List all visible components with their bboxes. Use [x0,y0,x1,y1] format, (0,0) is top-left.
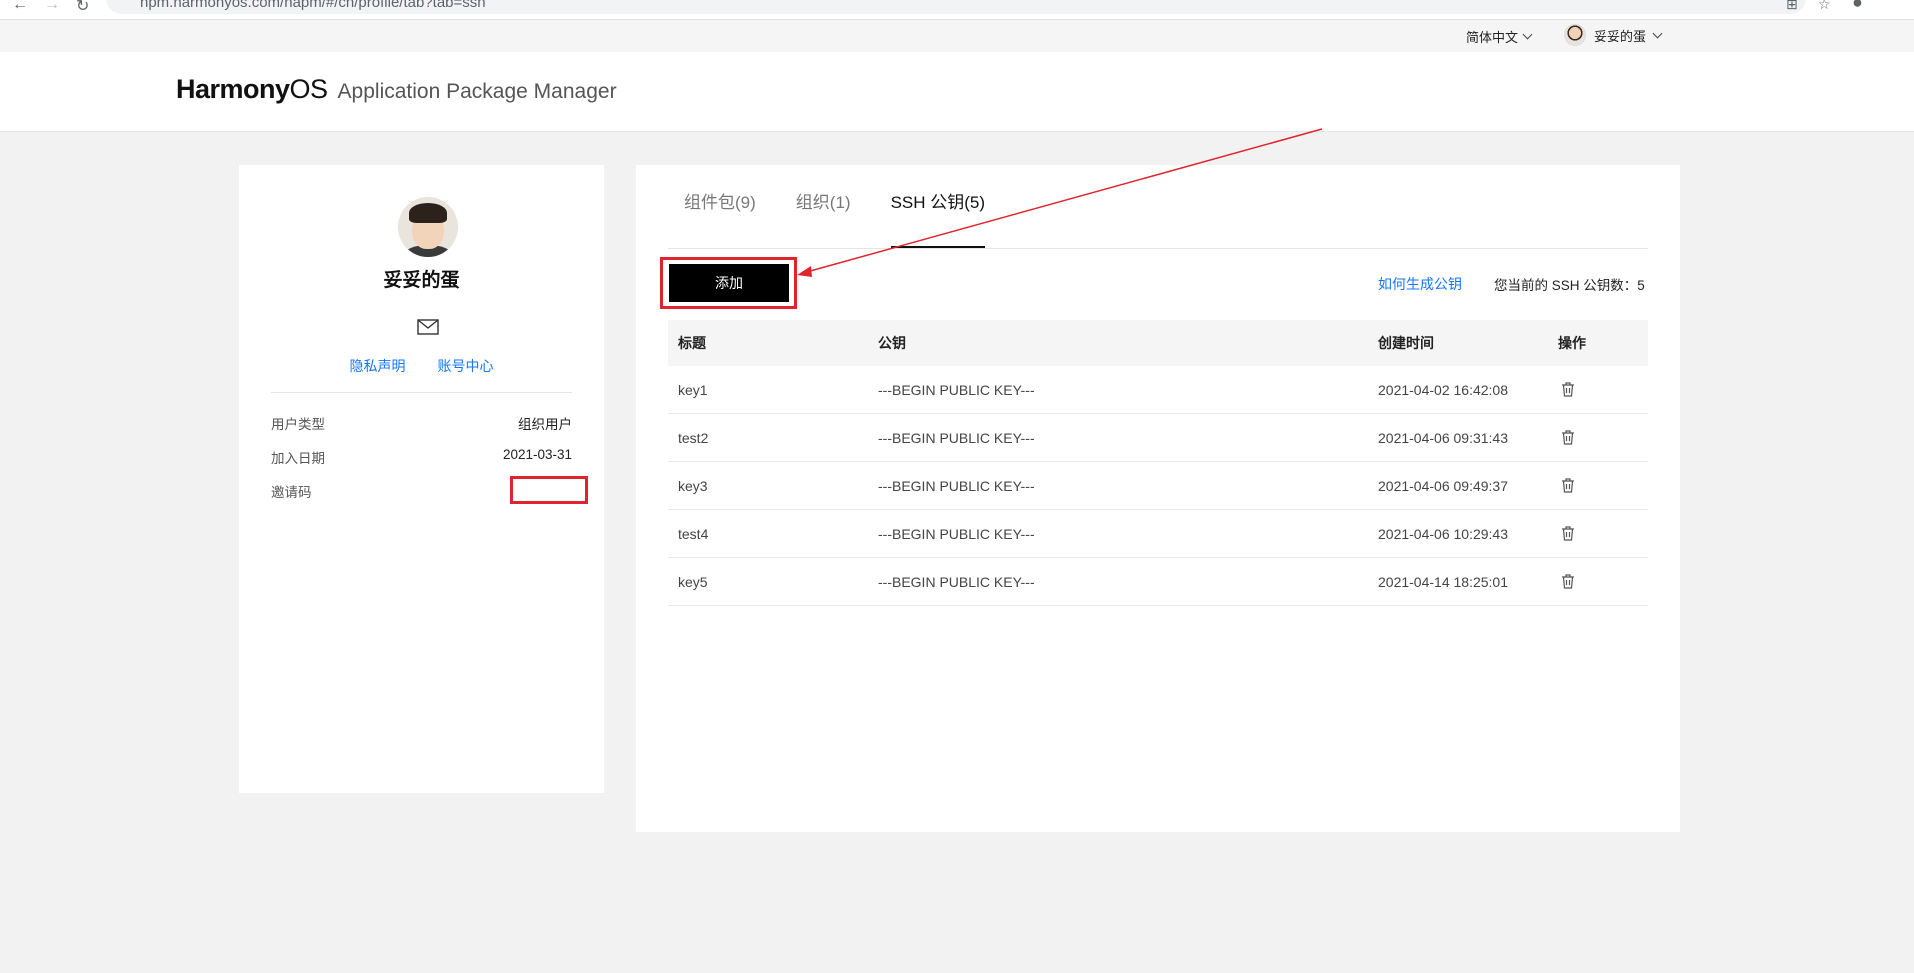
column-header: 标题 [678,335,706,351]
tab-bar: 组件包(9) 组织(1) SSH 公钥(5) [684,165,986,248]
profile-name: 妥妥的蛋 [383,270,460,291]
table-row: key5 ---BEGIN PUBLIC KEY--- 2021-04-14 1… [668,558,1648,606]
delete-icon[interactable] [1561,478,1575,493]
chevron-down-icon [1522,29,1533,40]
table-row: test4 ---BEGIN PUBLIC KEY--- 2021-04-06 … [668,510,1648,558]
privacy-link[interactable]: 隐私声明 [350,356,406,376]
account-center-link[interactable]: 账号中心 [438,356,494,376]
back-icon[interactable]: ← [12,0,28,14]
ssh-key-table: 标题 公钥 创建时间 操作 key1 ---BEGIN PUBLIC KEY--… [668,320,1648,606]
key-title: test2 [678,429,709,446]
site-header: HarmonyOS Application Package Manager [0,52,1914,132]
delete-icon[interactable] [1561,382,1575,397]
key-created: 2021-04-02 16:42:08 [1378,381,1508,398]
user-menu-name: 妥妥的蛋 [1594,28,1647,44]
mail-icon[interactable] [417,319,439,335]
delete-icon[interactable] [1561,526,1575,541]
info-row-join-date: 加入日期 2021-03-31 [271,447,572,467]
profile-links: 隐私声明 账号中心 [239,356,604,376]
how-to-generate-key-link[interactable]: 如何生成公钥 [1378,274,1462,294]
tabs-divider [668,248,1648,249]
product-name: Application Package Manager [337,80,617,103]
brand-name: HarmonyOS [176,74,328,104]
tab-organizations[interactable]: 组织(1) [796,165,851,248]
key-value: ---BEGIN PUBLIC KEY--- [878,429,1035,446]
profile-avatar [398,197,458,257]
logo[interactable]: HarmonyOS Application Package Manager [176,74,617,105]
translate-icon[interactable]: ⊞ [1786,0,1798,13]
key-created: 2021-04-14 18:25:01 [1378,573,1508,590]
key-created: 2021-04-06 10:29:43 [1378,525,1508,542]
info-row-user-type: 用户类型 组织用户 [271,413,572,433]
chevron-down-icon [1652,28,1663,38]
utility-bar: 简体中文 妥妥的蛋 [0,20,1914,52]
reload-icon[interactable]: ↻ [76,0,89,16]
profile-icon[interactable]: ● [1852,0,1863,13]
key-value: ---BEGIN PUBLIC KEY--- [878,381,1035,398]
column-header: 创建时间 [1378,335,1434,351]
delete-icon[interactable] [1561,574,1575,589]
column-header: 操作 [1558,335,1586,351]
language-switcher[interactable]: 简体中文 [1466,27,1533,46]
key-title: test4 [678,525,709,542]
table-row: key3 ---BEGIN PUBLIC KEY--- 2021-04-06 0… [668,462,1648,510]
column-header: 公钥 [878,335,906,351]
address-bar-url: hpm.harmonyos.com/hapm/#/cn/profile/tab?… [140,0,486,11]
key-value: ---BEGIN PUBLIC KEY--- [878,477,1035,494]
browser-toolbar: ← → ↻ hpm.harmonyos.com/hapm/#/cn/profil… [0,0,1914,20]
info-value: 组织用户 [518,417,572,432]
info-label: 加入日期 [271,451,325,466]
table-row: key1 ---BEGIN PUBLIC KEY--- 2021-04-02 1… [668,366,1648,414]
key-title: key1 [678,381,708,398]
key-created: 2021-04-06 09:49:37 [1378,477,1508,494]
user-menu[interactable]: 妥妥的蛋 [1564,24,1663,46]
table-header: 标题 公钥 创建时间 操作 [668,320,1648,366]
key-title: key5 [678,573,708,590]
divider [271,392,572,393]
bookmark-star-icon[interactable]: ☆ [1818,0,1831,13]
key-value: ---BEGIN PUBLIC KEY--- [878,573,1035,590]
tab-packages[interactable]: 组件包(9) [684,165,756,248]
delete-icon[interactable] [1561,430,1575,445]
forward-icon[interactable]: → [44,0,60,14]
avatar [1564,24,1586,46]
language-label: 简体中文 [1466,30,1519,45]
key-title: key3 [678,477,708,494]
key-value: ---BEGIN PUBLIC KEY--- [878,525,1035,542]
invite-code-highlight [510,476,588,504]
key-created: 2021-04-06 09:31:43 [1378,429,1508,446]
add-ssh-key-button[interactable]: 添加 [669,264,789,302]
table-row: test2 ---BEGIN PUBLIC KEY--- 2021-04-06 … [668,414,1648,462]
tab-ssh-keys[interactable]: SSH 公钥(5) [890,165,986,248]
info-label: 用户类型 [271,417,325,432]
info-value: 2021-03-31 [502,447,572,462]
ssh-key-count: 您当前的 SSH 公钥数：5 [1494,278,1645,293]
info-label: 邀请码 [271,485,312,500]
